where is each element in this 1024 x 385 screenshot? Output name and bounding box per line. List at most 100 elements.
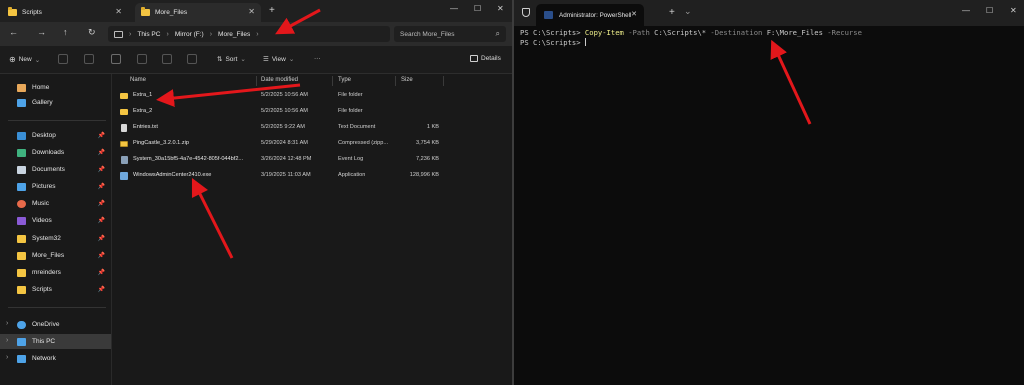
file-row[interactable]: PingCastle_3.2.0.1.zip 5/29/2024 8:31 AM… [113, 138, 512, 150]
breadcrumb-more-files[interactable]: More_Files [218, 31, 250, 38]
sidebar-item-home[interactable]: Home [0, 80, 111, 95]
tab-scripts[interactable]: Scripts ✕ [2, 3, 128, 22]
folder-icon [120, 109, 128, 115]
sort-button[interactable]: ⇅ Sort ⌄ [217, 55, 246, 64]
chevron-right-icon[interactable]: › [6, 320, 8, 327]
tab-more-files[interactable]: More_Files ✕ [135, 3, 261, 22]
column-header-type[interactable]: Type [338, 77, 351, 83]
breadcrumb-this-pc[interactable]: This PC [137, 31, 160, 38]
new-tab-icon[interactable]: + [269, 5, 275, 16]
file-size: 1 KB [426, 124, 439, 130]
paste-icon[interactable] [111, 54, 121, 64]
command-bar: ⊕ New ⌄ ⇅ Sort ⌄ ☰ View ⌄ ··· Details [0, 46, 512, 74]
console-output[interactable]: PS C:\Scripts> Copy-Item -Path C:\Script… [520, 28, 862, 48]
file-date: 3/26/2024 12:48 PM [261, 156, 312, 162]
divider [443, 76, 444, 86]
file-size: 3,754 KB [415, 140, 439, 146]
maximize-icon[interactable]: ☐ [986, 6, 993, 15]
column-header-name[interactable]: Name [130, 77, 146, 83]
sidebar-item-more-files[interactable]: More_Files 📌 [0, 248, 111, 263]
more-button[interactable]: ··· [314, 55, 321, 62]
file-name: PingCastle_3.2.0.1.zip [133, 140, 189, 146]
close-window-icon[interactable]: ✕ [1010, 6, 1017, 15]
pin-icon[interactable]: 📌 [98, 269, 105, 276]
parameter: -Recurse [822, 28, 862, 37]
file-size: 128,996 KB [409, 172, 439, 178]
pin-icon[interactable]: 📌 [98, 252, 105, 259]
pin-icon[interactable]: 📌 [98, 166, 105, 173]
chevron-right-icon[interactable]: › [6, 354, 8, 361]
sidebar-item-this-pc[interactable]: › This PC [0, 334, 111, 349]
close-window-icon[interactable]: ✕ [497, 4, 504, 13]
tab-powershell[interactable]: Administrator: PowerShell ✕ [536, 4, 644, 26]
refresh-icon[interactable]: ↻ [88, 27, 96, 38]
divider [8, 120, 106, 121]
view-button[interactable]: ☰ View ⌄ [263, 55, 295, 64]
maximize-icon[interactable]: ☐ [474, 4, 481, 13]
close-icon[interactable]: ✕ [115, 7, 122, 16]
file-row[interactable]: Extra_2 5/2/2025 10:56 AM File folder [113, 106, 512, 118]
file-name: WindowsAdminCenter2410.exe [133, 172, 212, 178]
close-icon[interactable]: ✕ [248, 7, 255, 16]
back-icon[interactable]: ← [9, 27, 18, 37]
file-type: Compressed (zipp... [338, 140, 389, 146]
file-row[interactable]: System_30a15bf5-4a7e-4542-805f-044bf2...… [113, 154, 512, 166]
sidebar-item-downloads[interactable]: Downloads 📌 [0, 145, 111, 160]
sidebar-item-network[interactable]: › Network [0, 351, 111, 366]
sidebar-item-onedrive[interactable]: › OneDrive [0, 317, 111, 332]
file-row[interactable]: Extra_1 5/2/2025 10:56 AM File folder [113, 90, 512, 102]
column-header-size[interactable]: Size [401, 77, 413, 83]
forward-icon[interactable]: → [37, 27, 46, 37]
sidebar-item-videos[interactable]: Videos 📌 [0, 213, 111, 228]
new-tab-icon[interactable]: + [669, 7, 675, 18]
file-row[interactable]: WindowsAdminCenter2410.exe 3/19/2025 11:… [113, 170, 512, 182]
sidebar-item-pictures[interactable]: Pictures 📌 [0, 179, 111, 194]
pin-icon[interactable]: 📌 [98, 235, 105, 242]
pictures-icon [17, 182, 26, 191]
zip-icon [120, 141, 128, 147]
pin-icon[interactable]: 📌 [98, 149, 105, 156]
delete-icon[interactable] [187, 54, 197, 64]
sidebar-item-music[interactable]: Music 📌 [0, 196, 111, 211]
pin-icon[interactable]: 📌 [98, 200, 105, 207]
new-button[interactable]: ⊕ New ⌄ [9, 55, 40, 64]
close-icon[interactable]: ✕ [631, 10, 637, 18]
column-header-date[interactable]: Date modified [261, 77, 298, 83]
sidebar-item-label: Downloads [32, 149, 65, 156]
details-button[interactable]: Details [470, 55, 501, 62]
copy-icon[interactable] [84, 54, 94, 64]
share-icon[interactable] [162, 54, 172, 64]
minimize-icon[interactable]: — [962, 6, 970, 15]
breadcrumb-mirror[interactable]: Mirror (F:) [175, 31, 204, 38]
sidebar-item-scripts[interactable]: Scripts 📌 [0, 282, 111, 297]
rename-icon[interactable] [137, 54, 147, 64]
sidebar-item-documents[interactable]: Documents 📌 [0, 162, 111, 177]
console-line: PS C:\Scripts> Copy-Item -Path C:\Script… [520, 28, 862, 38]
pin-icon[interactable]: 📌 [98, 286, 105, 293]
text-cursor [584, 37, 586, 46]
sidebar-item-mreinders[interactable]: mreinders 📌 [0, 265, 111, 280]
cut-icon[interactable] [58, 54, 68, 64]
address-bar[interactable]: › This PC › Mirror (F:) › More_Files › [108, 26, 390, 42]
chevron-down-icon[interactable]: ⌄ [684, 6, 692, 17]
pin-icon[interactable]: 📌 [98, 132, 105, 139]
parameter: -Destination [706, 28, 767, 37]
chevron-down-icon: ⌄ [288, 56, 295, 63]
scrollbar[interactable] [1020, 28, 1024, 383]
search-input[interactable]: Search More_Files ⌕ [394, 26, 506, 42]
up-icon[interactable]: ↑ [63, 27, 68, 37]
minimize-icon[interactable]: — [450, 4, 458, 13]
chevron-right-icon[interactable]: › [6, 337, 8, 344]
sidebar-item-system32[interactable]: System32 📌 [0, 231, 111, 246]
folder-icon [17, 251, 26, 260]
sidebar-item-label: This PC [32, 338, 56, 345]
pin-icon[interactable]: 📌 [98, 217, 105, 224]
sidebar-item-gallery[interactable]: Gallery [0, 95, 111, 110]
sidebar-item-desktop[interactable]: Desktop 📌 [0, 128, 111, 143]
chevron-down-icon: ⌄ [34, 56, 41, 64]
pin-icon[interactable]: 📌 [98, 183, 105, 190]
details-pane-icon [470, 55, 478, 62]
file-date: 5/2/2025 9:22 AM [261, 124, 305, 130]
network-icon [17, 354, 26, 363]
file-row[interactable]: Entries.txt 5/2/2025 9:22 AM Text Docume… [113, 122, 512, 134]
